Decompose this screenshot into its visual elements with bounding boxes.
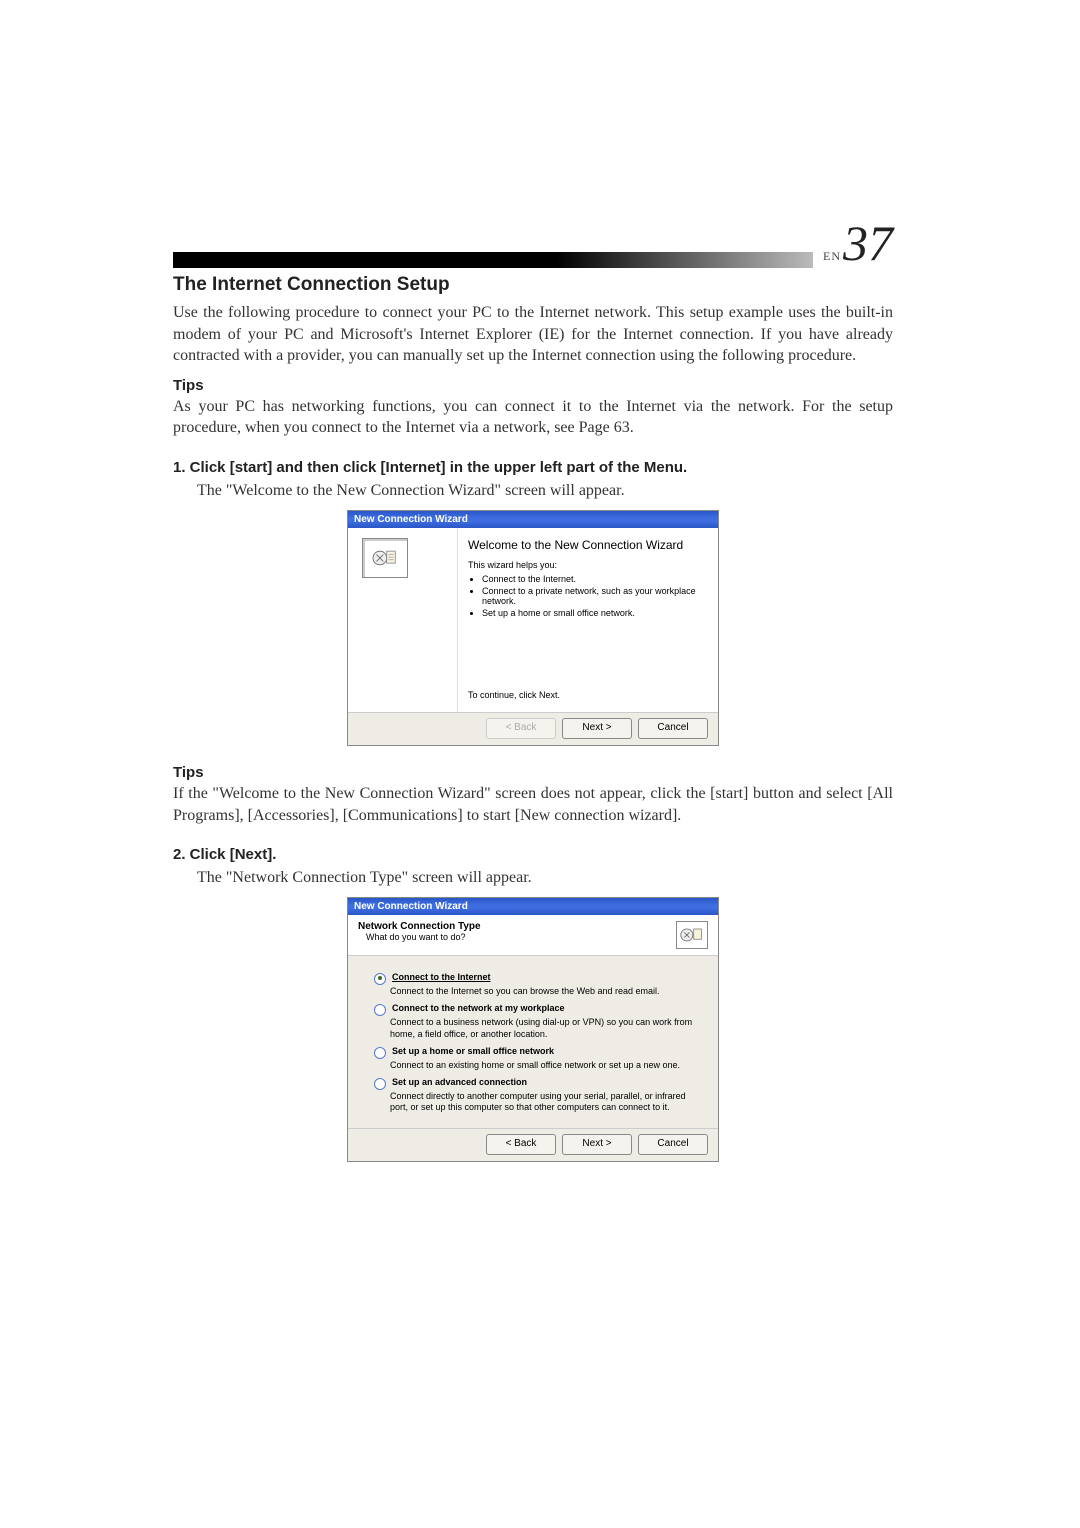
wizard1-footer: < Back Next > Cancel (348, 712, 718, 745)
radio-label: Connect to the network at my workplace (392, 1003, 565, 1013)
wizard1-bullet: Connect to the Internet. (482, 574, 706, 584)
section-title: The Internet Connection Setup (173, 274, 893, 296)
page-lang-prefix: EN (823, 249, 841, 264)
wizard1-titlebar: New Connection Wizard (348, 511, 718, 528)
page-number-value: 37 (843, 218, 893, 268)
intro-paragraph: Use the following procedure to connect y… (173, 302, 893, 367)
radio-icon[interactable] (374, 973, 386, 985)
back-button[interactable]: < Back (486, 1134, 556, 1155)
radio-desc: Connect to an existing home or small off… (390, 1060, 698, 1071)
step-1-heading: 1. Click [start] and then click [Interne… (173, 459, 893, 476)
tips-heading-1: Tips (173, 377, 893, 394)
next-button[interactable]: Next > (562, 718, 632, 739)
radio-option-workplace[interactable]: Connect to the network at my workplace (374, 1003, 698, 1016)
radio-option-connect-internet[interactable]: Connect to the Internet (374, 972, 698, 985)
page-number: EN 37 (823, 218, 893, 268)
page-header-bar: EN 37 (173, 218, 893, 268)
radio-option-home-office[interactable]: Set up a home or small office network (374, 1046, 698, 1059)
wizard1-lead: This wizard helps you: (468, 560, 706, 570)
tips-body-2: If the "Welcome to the New Connection Wi… (173, 783, 893, 826)
radio-icon[interactable] (374, 1047, 386, 1059)
wizard1-bullet: Set up a home or small office network. (482, 608, 706, 618)
radio-desc: Connect directly to another computer usi… (390, 1091, 698, 1114)
step-1-body: The "Welcome to the New Connection Wizar… (197, 482, 893, 500)
wizard2-header-title: Network Connection Type (358, 921, 481, 932)
radio-icon[interactable] (374, 1004, 386, 1016)
network-wizard-icon (676, 921, 708, 949)
wizard2-body: Connect to the Internet Connect to the I… (348, 956, 718, 1128)
network-wizard-icon (362, 538, 408, 578)
step-2-heading: 2. Click [Next]. (173, 846, 893, 863)
wizard2-titlebar: New Connection Wizard (348, 898, 718, 915)
wizard1-continue-line: To continue, click Next. (468, 690, 706, 700)
radio-option-advanced[interactable]: Set up an advanced connection (374, 1077, 698, 1090)
wizard1-heading: Welcome to the New Connection Wizard (468, 538, 706, 552)
radio-label: Set up an advanced connection (392, 1077, 527, 1087)
radio-label: Connect to the Internet (392, 972, 491, 982)
wizard1-bullet: Connect to a private network, such as yo… (482, 586, 706, 606)
wizard-welcome-dialog: New Connection Wizard Welcome to the New… (347, 510, 719, 746)
wizard-conn-type-dialog: New Connection Wizard Network Connection… (347, 897, 719, 1162)
radio-desc: Connect to a business network (using dia… (390, 1017, 698, 1040)
wizard2-header: Network Connection Type What do you want… (348, 915, 718, 956)
cancel-button[interactable]: Cancel (638, 718, 708, 739)
back-button: < Back (486, 718, 556, 739)
wizard2-footer: < Back Next > Cancel (348, 1128, 718, 1161)
wizard1-sidebar (348, 528, 458, 712)
radio-icon[interactable] (374, 1078, 386, 1090)
tips-body-1: As your PC has networking functions, you… (173, 396, 893, 439)
wizard1-bullets: Connect to the Internet. Connect to a pr… (468, 574, 706, 618)
cancel-button[interactable]: Cancel (638, 1134, 708, 1155)
radio-label: Set up a home or small office network (392, 1046, 554, 1056)
next-button[interactable]: Next > (562, 1134, 632, 1155)
step-2-body: The "Network Connection Type" screen wil… (197, 869, 893, 887)
header-gradient (173, 252, 813, 268)
tips-heading-2: Tips (173, 764, 893, 781)
wizard2-header-sub: What do you want to do? (366, 932, 481, 942)
radio-desc: Connect to the Internet so you can brows… (390, 986, 698, 997)
